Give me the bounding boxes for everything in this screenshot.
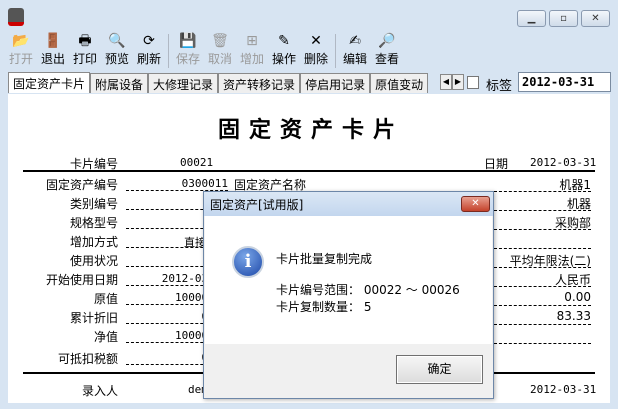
save-disk-icon: 💾 [179,33,197,49]
toolbar-button-label: 打开 [8,52,33,66]
tab[interactable]: 原值变动 [370,73,429,93]
toolbar-button-label: 增加 [239,52,264,66]
refresh-icon: ⟳ [143,33,155,49]
toolbar-button[interactable]: ⟳ 刷新 [133,32,165,70]
tab[interactable]: 资产转移记录 [218,73,301,93]
dialog-range: 卡片编号范围： 00022 ～ 00026 [276,283,460,297]
right-field-value: 0.00 [494,290,591,306]
divider [23,170,595,172]
dialog-body [205,216,492,344]
toolbar-button-label: 保存 [175,52,200,66]
close-button[interactable]: ✕ [581,10,610,27]
card-no-value: 00021 [180,156,214,169]
toolbar-button-label: 删除 [303,52,328,66]
field-label: 增加方式 [69,235,118,249]
toolbar-button[interactable]: 🚪 退出 [37,32,69,70]
tab[interactable]: 停启用记录 [300,73,371,93]
field-label: 规格型号 [69,216,118,230]
message-dialog: 固定资产[试用版] ✕ i 卡片批量复制完成 卡片编号范围： 00022 ～ 0… [203,191,494,399]
field-value: 0300011 [126,177,228,191]
toolbar: 📂 打开 🚪 退出 🖶 打印 🔍 预览 ⟳ 刷新 💾 保存 🗑 取消 ⊞ 增加 ✎ 操作 ✕ 删除 ✍ 编辑 🔎 查看 [5,32,405,70]
tab[interactable]: 大修理记录 [148,73,219,93]
field-label: 净值 [93,330,118,344]
right-field-value: 采购部 [494,214,591,230]
right-field-value: 人民币 [494,271,591,287]
edit-icon: ✍ [349,33,361,49]
right-field-value: 机器1 [494,176,591,192]
date-input[interactable]: 2012-03-31 [518,72,611,92]
right-field-value [494,328,591,344]
toolbar-button[interactable]: 📂 打开 [5,32,37,70]
tab[interactable]: 附属设备 [90,73,149,93]
tag-checkbox[interactable] [467,76,479,89]
exit-door-icon: 🚪 [44,33,62,49]
tab[interactable]: 固定资产卡片 [8,72,91,93]
toolbar-button-label: 查看 [374,52,399,66]
field-label: 原值 [93,292,118,306]
field-label: 固定资产编号 [45,178,118,192]
toolbar-button-label: 预览 [104,52,129,66]
field-label: 可抵扣税额 [57,352,118,366]
field-label: 类别编号 [69,197,118,211]
toolbar-button[interactable]: ✍ 编辑 [339,32,371,70]
toolbar-button-label: 操作 [271,52,296,66]
delete-x-icon: ✕ [310,33,322,49]
toolbar-button[interactable]: ⊞ 增加 [236,32,268,70]
date-value: 2012-03-31 [530,156,597,169]
view-icon: 🔎 [378,33,396,49]
info-icon: i [232,246,264,278]
right-field-value: 机器 [494,195,591,211]
field-label: 累计折旧 [69,311,118,325]
toolbar-button-label: 刷新 [136,52,161,66]
toolbar-separator [335,34,336,68]
card-title: 固定资产卡片 [218,117,405,143]
preview-icon: 🔍 [108,33,126,49]
toolbar-button-label: 退出 [40,52,65,66]
toolbar-button-label: 取消 [207,52,232,66]
tab-scroll: ◀ ▶ [440,74,464,90]
operate-icon: ✎ [278,33,290,49]
toolbar-button[interactable]: 🔍 预览 [101,32,133,70]
toolbar-button[interactable]: 🗑 取消 [204,32,236,70]
tag-label: 标签 [486,79,513,94]
tab-scroll-right-button[interactable]: ▶ [452,74,464,90]
minimize-button[interactable]: ▁ [517,10,546,27]
dialog-count: 卡片复制数量： 5 [276,300,372,314]
tab-strip: 固定资产卡片 附属设备 大修理记录 资产转移记录 停启用记录 原值变动 [8,72,429,93]
right-field-value: 83.33 [494,309,591,325]
toolbar-button-label: 编辑 [342,52,367,66]
right-field-value [494,233,591,249]
dialog-message: 卡片批量复制完成 [276,252,373,266]
add-page-icon: ⊞ [246,33,258,49]
toolbar-button-label: 打印 [72,52,97,66]
field-label: 使用状况 [69,254,118,268]
toolbar-button[interactable]: 🔎 查看 [371,32,403,70]
toolbar-button[interactable]: 🖶 打印 [69,32,101,70]
toolbar-separator [168,34,169,68]
toolbar-button[interactable]: 💾 保存 [172,32,204,70]
field-label: 开始使用日期 [45,273,118,287]
printer-icon: 🖶 [78,33,92,49]
tab-scroll-left-button[interactable]: ◀ [440,74,452,90]
dialog-close-button[interactable]: ✕ [461,196,490,212]
ok-button[interactable]: 确定 [396,355,483,384]
right-field-value: 平均年限法(二) [494,252,591,268]
cancel-bin-icon: 🗑 [211,33,229,49]
toolbar-button[interactable]: ✕ 删除 [300,32,332,70]
entry-date-value: 2012-03-31 [530,383,597,396]
dialog-title: 固定资产[试用版] [210,198,304,212]
entered-by-label: 录入人 [81,384,118,398]
app-icon [8,8,24,26]
toolbar-button[interactable]: ✎ 操作 [268,32,300,70]
open-folder-icon: 📂 [12,33,30,49]
restore-button[interactable]: ▫ [549,10,578,27]
dialog-titlebar: 固定资产[试用版] [204,192,493,216]
